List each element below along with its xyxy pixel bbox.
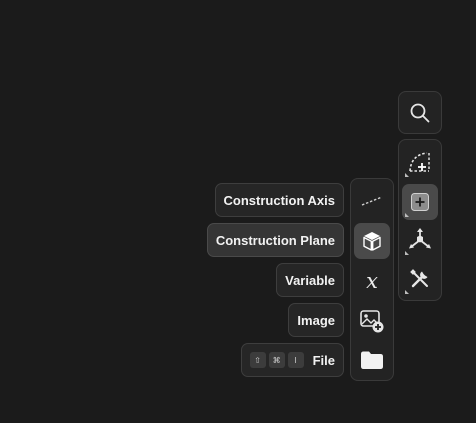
construction-axis-icon [361,196,383,206]
construction-axis-button[interactable] [354,183,390,219]
submenu-indicator [405,173,409,177]
transform-tool-button[interactable] [402,222,438,258]
construction-plane-button[interactable] [354,223,390,259]
image-add-icon [360,310,384,333]
variable-icon: x [366,268,378,293]
shift-key: ⇧ [249,352,266,368]
file-label[interactable]: ⇧ ⌘ I File [240,343,344,377]
file-text: File [312,352,335,368]
submenu-indicator [405,251,409,255]
construction-axis-text: Construction Axis [223,192,335,208]
tools-wrench-icon [410,269,428,288]
construction-plane-label[interactable]: Construction Plane [206,223,344,257]
variable-text: Variable [285,272,335,288]
submenu-indicator [405,213,409,217]
image-text: Image [297,312,335,328]
sketch-tool-button[interactable] [402,144,438,180]
variable-label[interactable]: Variable [276,263,344,297]
search-icon [410,103,430,123]
transform-axes-icon [409,228,431,249]
right-toolbar [398,139,442,301]
image-button[interactable] [354,303,390,339]
image-label[interactable]: Image [288,303,344,337]
search-panel [398,91,442,134]
insert-menu-icons: x [350,178,394,381]
folder-icon [361,351,383,369]
tools-button[interactable] [402,261,438,297]
file-button[interactable] [354,342,390,378]
command-key: ⌘ [268,352,285,368]
variable-button[interactable]: x [354,263,390,299]
construction-axis-label[interactable]: Construction Axis [214,183,344,217]
insert-plus-icon [411,193,429,211]
insert-tool-button[interactable] [402,184,438,220]
construction-plane-text: Construction Plane [215,232,335,248]
i-key: I [287,352,304,368]
submenu-indicator [405,290,409,294]
search-button[interactable] [402,95,438,131]
construction-plane-icon [363,232,381,251]
sketch-arc-icon [409,152,430,172]
